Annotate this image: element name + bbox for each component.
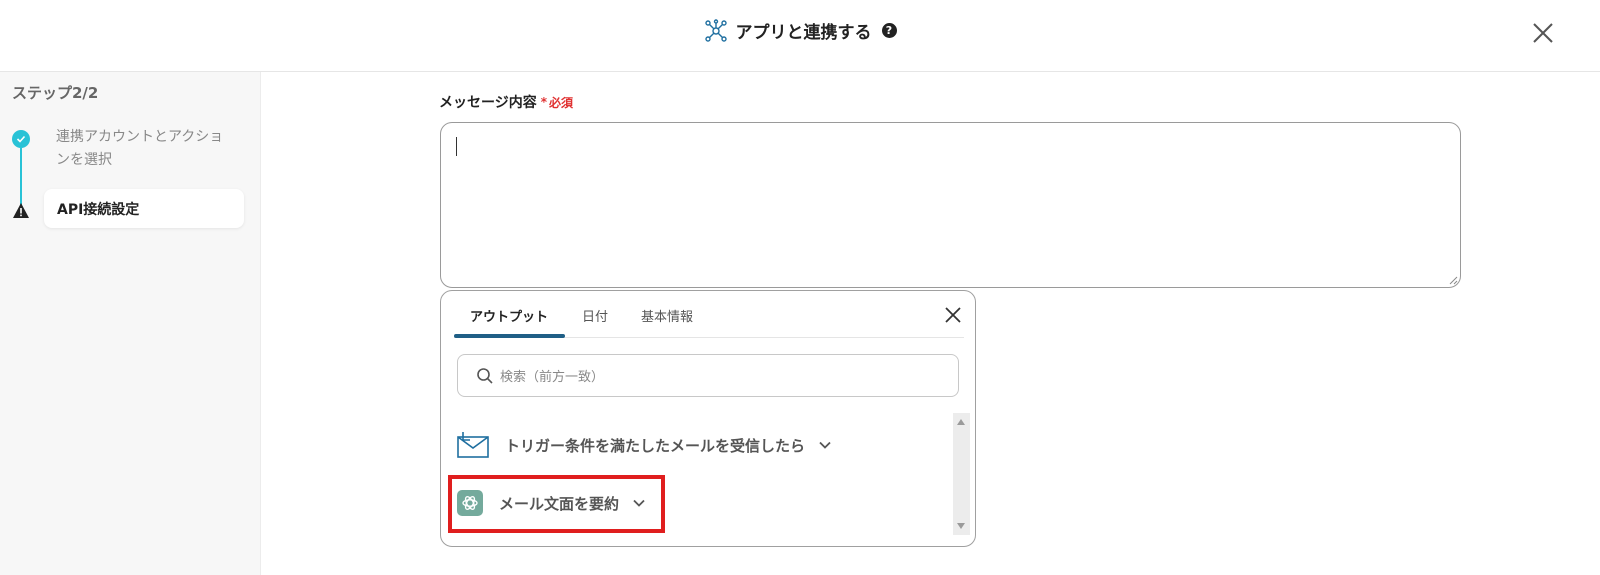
scroll-up-icon[interactable]: [957, 419, 965, 425]
page-title: アプリと連携する ?: [0, 18, 1600, 43]
highlight-annotation-box: [448, 475, 665, 533]
field-label-text: メッセージ内容: [439, 95, 537, 111]
picker-tabs: アウトプット 日付 基本情報: [454, 291, 964, 338]
mail-icon: [457, 432, 489, 458]
list-item-trigger-mail[interactable]: トリガー条件を満たしたメールを受信したら: [457, 425, 831, 465]
step-item-label: API接続設定: [57, 201, 140, 218]
step-item-api-settings[interactable]: API接続設定: [44, 189, 244, 228]
close-icon[interactable]: [943, 305, 963, 325]
asterisk-icon: *: [540, 95, 548, 109]
required-text: 必須: [549, 95, 574, 110]
check-icon: [12, 130, 30, 148]
tab-date[interactable]: 日付: [582, 306, 608, 325]
help-icon[interactable]: ?: [881, 23, 897, 38]
step-item-select-action[interactable]: 連携アカウントとアクションを選択: [56, 126, 236, 172]
tab-output[interactable]: アウトプット: [470, 306, 548, 325]
list-item-label: トリガー条件を満たしたメールを受信したら: [505, 436, 806, 455]
text-caret: [456, 137, 457, 156]
step-counter: ステップ2/2: [12, 84, 99, 102]
close-icon[interactable]: [1530, 20, 1556, 46]
warning-icon: [13, 203, 29, 218]
required-badge: * 必須: [541, 94, 573, 111]
chevron-down-icon: [819, 441, 831, 449]
search-icon: [477, 367, 493, 384]
resize-handle-icon[interactable]: [1448, 275, 1458, 285]
header: アプリと連携する ?: [0, 0, 1600, 72]
search-input[interactable]: 検索（前方一致）: [457, 354, 959, 397]
tab-basic-info[interactable]: 基本情報: [641, 306, 693, 325]
active-tab-indicator: [454, 334, 565, 338]
message-content-textarea[interactable]: [440, 122, 1461, 288]
search-placeholder: 検索（前方一致）: [500, 370, 605, 385]
page-title-text: アプリと連携する: [735, 23, 872, 43]
scroll-down-icon[interactable]: [957, 523, 965, 529]
integration-icon: [704, 18, 727, 42]
sidebar: ステップ2/2 連携アカウントとアクションを選択 API接続設定: [0, 72, 261, 575]
scrollbar[interactable]: [953, 413, 970, 535]
message-content-label: メッセージ内容 * 必須: [439, 92, 573, 112]
